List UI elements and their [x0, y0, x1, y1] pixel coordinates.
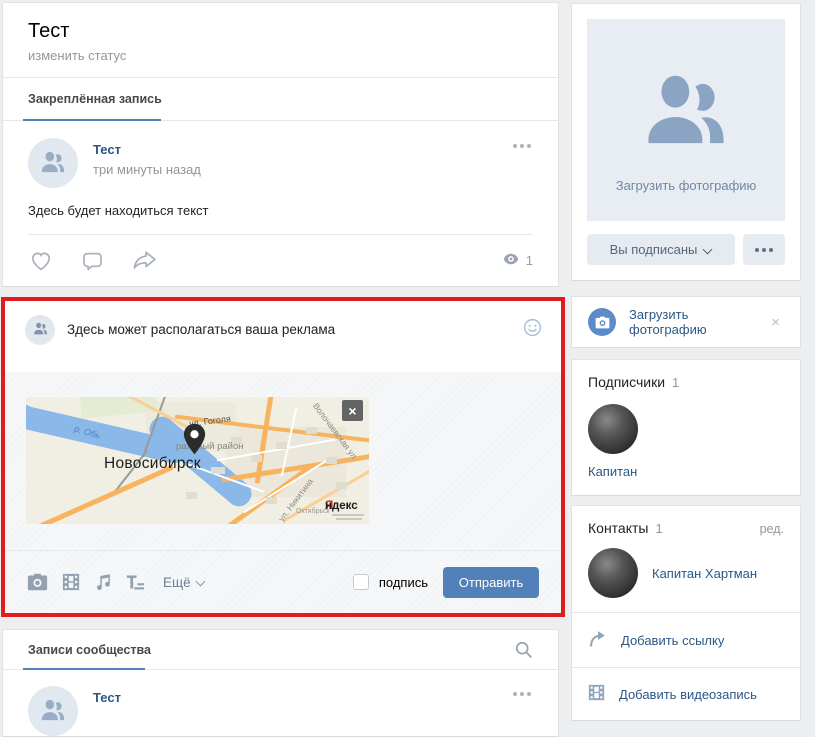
- views-counter: 1: [503, 253, 533, 268]
- post-author-link[interactable]: Тест: [93, 142, 511, 157]
- contacts-card: Контакты 1 ред. Капитан Хартман Добавить…: [571, 505, 801, 721]
- contact-name-link[interactable]: Капитан Хартман: [652, 566, 757, 581]
- like-button[interactable]: [28, 249, 54, 273]
- video-icon: [588, 684, 605, 704]
- more-attachments-button[interactable]: Ещё: [163, 575, 205, 590]
- feed-post: Тест: [3, 670, 558, 736]
- composer-attachments-area: ул. Гоголя ральный район р. Обь Волочаев…: [5, 372, 561, 550]
- composer-toolbar: Ещё подпись Отправить: [5, 550, 561, 613]
- chevron-down-icon: [704, 244, 712, 252]
- people-icon: [637, 19, 735, 152]
- community-posts-card: Записи сообщества: [2, 629, 559, 737]
- community-header: Тест изменить статус: [3, 3, 558, 77]
- share-button[interactable]: [131, 249, 158, 273]
- avatar[interactable]: [588, 404, 638, 454]
- emoji-icon[interactable]: [522, 317, 543, 341]
- subscribers-title[interactable]: Подписчики: [588, 374, 665, 390]
- people-icon: [33, 321, 48, 339]
- contacts-count: 1: [655, 521, 662, 536]
- camera-icon: [588, 308, 616, 336]
- add-link-row[interactable]: Добавить ссылку: [572, 612, 800, 667]
- post-text: Здесь будет находиться текст: [28, 203, 533, 218]
- tab-underline: [23, 119, 161, 121]
- send-button[interactable]: Отправить: [443, 567, 539, 598]
- signature-label: подпись: [379, 575, 428, 590]
- tab-pinned-post[interactable]: Закреплённая запись: [28, 92, 162, 106]
- people-icon: [40, 149, 66, 178]
- upload-photo-banner: Загрузить фотографию ×: [571, 296, 801, 348]
- close-icon[interactable]: ×: [767, 312, 784, 333]
- profile-photo-card: Загрузить фотографию Вы подписаны: [571, 3, 801, 281]
- subscriber-name-link[interactable]: Капитан: [588, 464, 784, 479]
- eye-icon: [503, 253, 519, 268]
- views-count: 1: [526, 253, 533, 268]
- photo-icon[interactable]: [27, 573, 48, 591]
- page-title: Тест: [28, 20, 533, 43]
- subscribed-button[interactable]: Вы подписаны: [587, 234, 735, 265]
- upload-photo-link[interactable]: Загрузить фотографию: [629, 307, 767, 337]
- people-icon: [40, 697, 66, 726]
- community-main-card: Тест изменить статус Закреплённая запись: [2, 2, 559, 287]
- article-icon[interactable]: [125, 573, 145, 591]
- signature-checkbox[interactable]: [353, 574, 369, 590]
- composer-text-input[interactable]: Здесь может располагаться ваша реклама: [67, 315, 541, 358]
- search-icon[interactable]: [514, 640, 533, 659]
- community-avatar[interactable]: [28, 138, 78, 188]
- add-video-label: Добавить видеозапись: [619, 687, 757, 702]
- map-attachment[interactable]: ул. Гоголя ральный район р. Обь Волочаев…: [26, 397, 369, 524]
- ellipsis-icon: [755, 248, 773, 252]
- post-menu-button[interactable]: [511, 686, 533, 702]
- post-author-link[interactable]: Тест: [93, 690, 511, 705]
- music-icon[interactable]: [94, 573, 111, 591]
- post-menu-button[interactable]: [511, 138, 533, 154]
- subscribers-count: 1: [672, 375, 679, 390]
- pinned-post: Тест три минуты назад Здесь будет находи…: [3, 121, 558, 286]
- community-avatar[interactable]: [28, 686, 78, 736]
- post-composer-highlighted: Здесь может располагаться ваша реклама: [1, 297, 565, 617]
- add-video-row[interactable]: Добавить видеозапись: [572, 667, 800, 720]
- profile-more-button[interactable]: [743, 234, 785, 265]
- tab-community-posts[interactable]: Записи сообщества: [28, 643, 151, 657]
- subscribers-card: Подписчики 1 Капитан: [571, 359, 801, 496]
- contacts-title[interactable]: Контакты: [588, 520, 648, 536]
- change-status-link[interactable]: изменить статус: [28, 48, 533, 63]
- video-icon[interactable]: [62, 573, 80, 591]
- add-link-label: Добавить ссылку: [621, 633, 724, 648]
- link-arrow-icon: [588, 629, 607, 651]
- comment-button[interactable]: [80, 249, 105, 273]
- remove-map-button[interactable]: ×: [342, 400, 363, 421]
- avatar[interactable]: [588, 548, 638, 598]
- chevron-down-icon: [197, 576, 205, 584]
- post-timestamp[interactable]: три минуты назад: [93, 162, 511, 177]
- upload-photo-area[interactable]: Загрузить фотографию: [587, 19, 785, 221]
- composer-avatar: [25, 315, 55, 345]
- upload-photo-label: Загрузить фотографию: [616, 178, 757, 193]
- pinned-tabs-row: Закреплённая запись: [3, 77, 558, 121]
- edit-contacts-link[interactable]: ред.: [760, 522, 784, 536]
- tab-underline: [23, 668, 145, 670]
